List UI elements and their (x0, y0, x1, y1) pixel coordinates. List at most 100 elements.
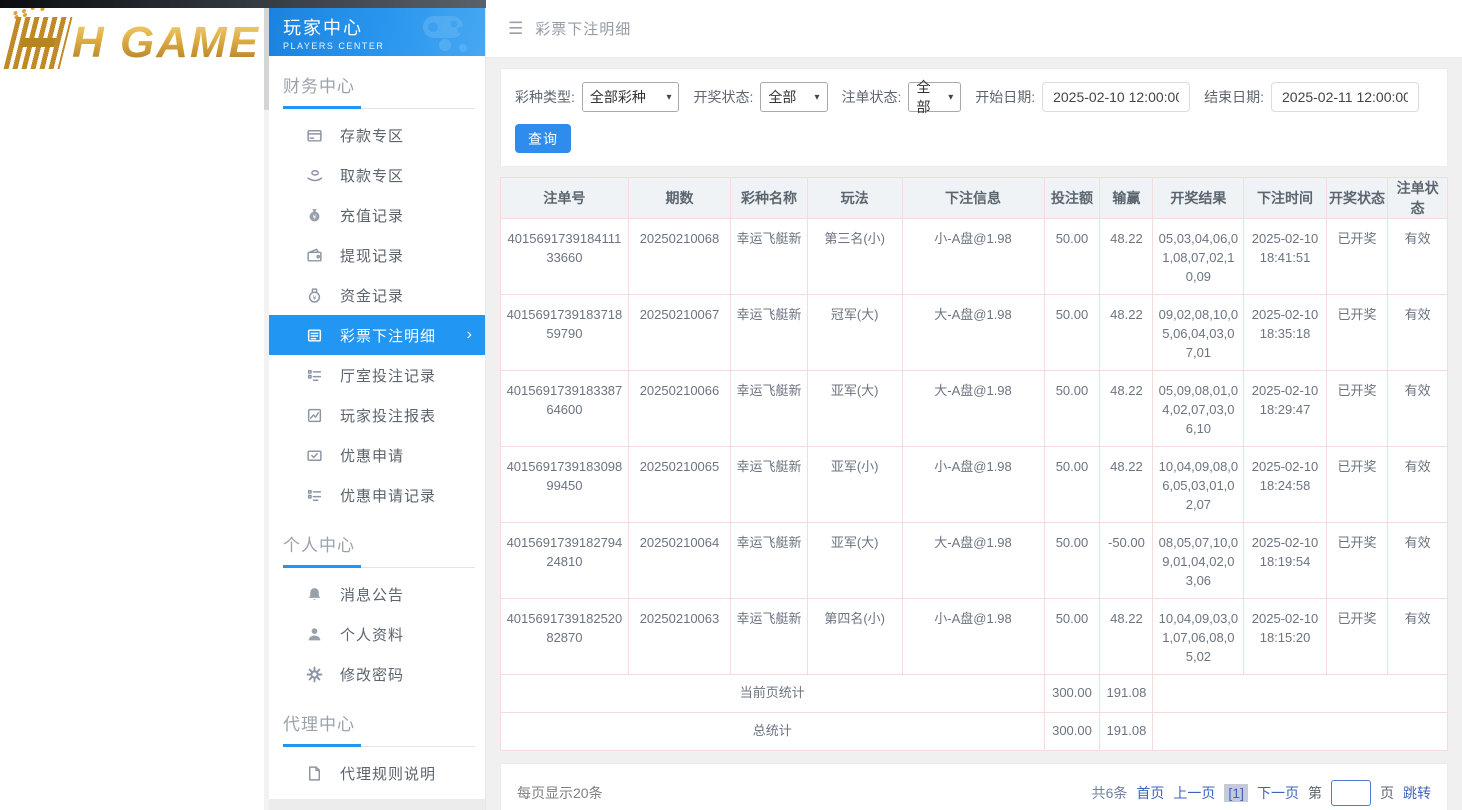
jump-button[interactable]: 跳转 (1403, 783, 1431, 803)
sidebar-item-profile[interactable]: 个人资料 (269, 614, 485, 654)
table-cell: 2025-02-10 18:19:54 (1244, 523, 1326, 599)
logo[interactable]: H GAME (0, 8, 264, 78)
sidebar-item-promo-apply-record[interactable]: 优惠申请记录 (269, 475, 485, 515)
table-cell: 有效 (1388, 447, 1448, 523)
sidebar-item-funds-record[interactable]: ¥ 资金记录 (269, 275, 485, 315)
svg-text:¥: ¥ (312, 214, 316, 221)
table-cell: 2025-02-10 18:41:51 (1244, 219, 1326, 295)
gear-icon (305, 665, 323, 683)
jump-suffix: 页 (1380, 783, 1394, 803)
col-header: 下注时间 (1244, 178, 1326, 219)
col-header: 注单号 (501, 178, 629, 219)
table-cell: 50.00 (1044, 371, 1100, 447)
table-cell: 幸运飞艇新 (731, 295, 808, 371)
person-icon (305, 625, 323, 643)
sidebar-item-hall-bet-record[interactable]: 厅室投注记录 (269, 355, 485, 395)
table-cell: 48.22 (1100, 447, 1153, 523)
logo-text: H GAME (72, 18, 260, 68)
topbar: ☰ 彩票下注明细 (486, 0, 1462, 58)
table-cell: 有效 (1388, 295, 1448, 371)
summary-empty (1153, 675, 1448, 713)
table-cell: 50.00 (1044, 447, 1100, 523)
summary-row: 总统计300.00191.08 (501, 713, 1448, 751)
report-chart-icon (305, 406, 323, 424)
sidebar-item-recharge-record[interactable]: ¥ 充值记录 (269, 195, 485, 235)
lottery-type-select[interactable]: 全部彩种 ▾ (582, 82, 680, 112)
draw-status-select[interactable]: 全部 ▾ (760, 82, 827, 112)
sidebar-item-player-bet-report[interactable]: 玩家投注报表 (269, 395, 485, 435)
purse-icon: ¥ (305, 286, 323, 304)
first-page-link[interactable]: 首页 (1136, 783, 1164, 803)
chevron-down-icon: ▾ (815, 92, 820, 103)
table-cell: 48.22 (1100, 599, 1153, 675)
table-cell: 幸运飞艇新 (731, 599, 808, 675)
table-row: 40156917391825208287020250210063幸运飞艇新第四名… (501, 599, 1448, 675)
col-header: 期数 (628, 178, 730, 219)
sidebar: 玩家中心 PLAYERS CENTER 财务中心 存款专区 取款专区 ¥ 充值记… (269, 0, 486, 810)
table-cell: 有效 (1388, 523, 1448, 599)
top-dark-strip (0, 0, 486, 8)
table-cell: 20250210065 (628, 447, 730, 523)
sidebar-item-deposit-zone[interactable]: 存款专区 (269, 115, 485, 155)
table-cell: 有效 (1388, 371, 1448, 447)
withdraw-hand-icon (305, 166, 323, 184)
total-count: 共6条 (1092, 783, 1128, 803)
query-button[interactable]: 查询 (515, 124, 571, 153)
summary-winloss-total: 191.08 (1100, 713, 1153, 751)
summary-label: 总统计 (501, 713, 1045, 751)
table-cell: 50.00 (1044, 599, 1100, 675)
sidebar-item-lottery-bet-details[interactable]: 彩票下注明细 › (269, 315, 485, 355)
sidebar-item-withdraw-record[interactable]: 提现记录 (269, 235, 485, 275)
summary-empty (1153, 713, 1448, 751)
moneybag-icon: ¥ (305, 206, 323, 224)
table-row: 40156917391830989945020250210065幸运飞艇新亚军(… (501, 447, 1448, 523)
svg-text:¥: ¥ (312, 294, 316, 301)
order-status-select[interactable]: 全部 ▾ (908, 82, 961, 112)
col-header: 玩法 (807, 178, 902, 219)
summary-winloss-total: 191.08 (1100, 675, 1153, 713)
menu-icon[interactable]: ☰ (508, 19, 523, 39)
table-cell: 2025-02-10 18:35:18 (1244, 295, 1326, 371)
end-date-label: 结束日期: (1204, 87, 1264, 107)
table-cell: 有效 (1388, 219, 1448, 295)
sidebar-item-promo-apply[interactable]: 优惠申请 (269, 435, 485, 475)
current-page[interactable]: [1] (1224, 784, 1248, 802)
table-cell: 已开奖 (1326, 219, 1388, 295)
col-header: 彩种名称 (731, 178, 808, 219)
table-cell: 已开奖 (1326, 599, 1388, 675)
summary-bet-total: 300.00 (1044, 675, 1100, 713)
page-jump-input[interactable] (1331, 780, 1371, 806)
next-page-link[interactable]: 下一页 (1257, 783, 1299, 803)
summary-label: 当前页统计 (501, 675, 1045, 713)
end-date-input[interactable] (1271, 82, 1419, 112)
table-cell: 50.00 (1044, 523, 1100, 599)
gamepad-icon (409, 12, 475, 56)
chevron-right-icon: › (467, 327, 472, 343)
sidebar-item-agent-rules[interactable]: 代理规则说明 (269, 753, 485, 793)
table-cell: 已开奖 (1326, 447, 1388, 523)
brand-panel: H GAME (0, 0, 264, 810)
table-cell: 2025-02-10 18:15:20 (1244, 599, 1326, 675)
table-cell: 小-A盘@1.98 (902, 219, 1044, 295)
table-cell: 有效 (1388, 599, 1448, 675)
start-date-input[interactable] (1042, 82, 1190, 112)
table-cell: 第四名(小) (807, 599, 902, 675)
sidebar-item-announcements[interactable]: 消息公告 (269, 574, 485, 614)
sidebar-item-withdraw-zone[interactable]: 取款专区 (269, 155, 485, 195)
section-divider (283, 106, 475, 109)
list-doc-icon (305, 326, 323, 344)
bets-table-body: 40156917391841113366020250210068幸运飞艇新第三名… (501, 219, 1448, 751)
section-title-finance: 财务中心 (269, 56, 485, 97)
table-cell: 401569173918279424810 (501, 523, 629, 599)
bets-table-wrap: 注单号 期数 彩种名称 玩法 下注信息 投注额 输赢 开奖结果 下注时间 开奖状… (500, 177, 1448, 751)
table-cell: 401569173918411133660 (501, 219, 629, 295)
list-bullets-icon (305, 366, 323, 384)
table-cell: 大-A盘@1.98 (902, 295, 1044, 371)
coupon-icon (305, 446, 323, 464)
table-cell: 10,04,09,08,06,05,03,01,02,07 (1153, 447, 1244, 523)
prev-page-link[interactable]: 上一页 (1173, 783, 1215, 803)
jump-prefix: 第 (1308, 783, 1322, 803)
table-cell: 50.00 (1044, 219, 1100, 295)
sidebar-item-change-password[interactable]: 修改密码 (269, 654, 485, 694)
col-header: 开奖结果 (1153, 178, 1244, 219)
